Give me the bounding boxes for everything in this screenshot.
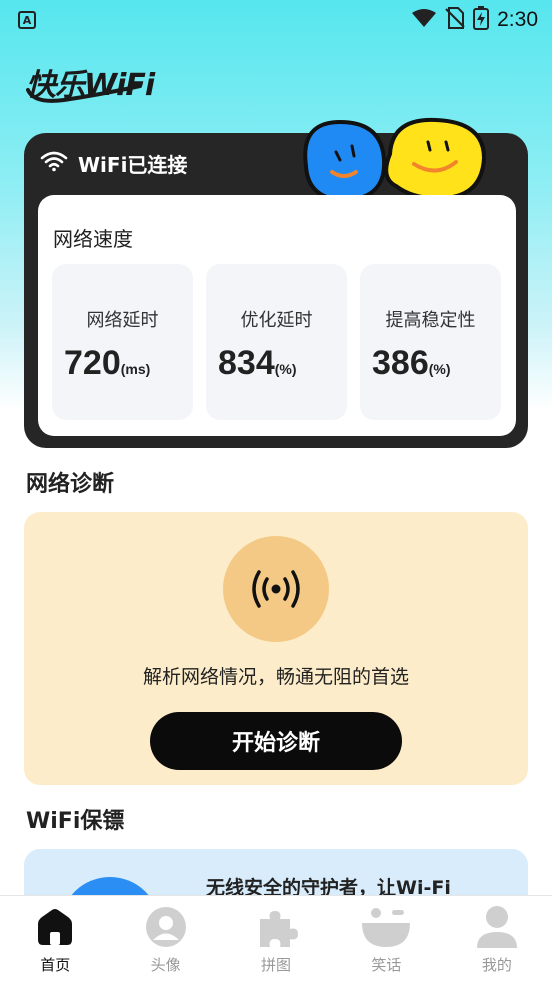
app-notification-icon: A xyxy=(18,11,36,29)
nav-item-avatar[interactable]: 头像 xyxy=(110,896,220,983)
nav-item-jokes[interactable]: 笑话 xyxy=(331,896,441,983)
nav-item-home[interactable]: 首页 xyxy=(0,896,110,983)
metric-unit: (%) xyxy=(274,361,297,377)
metric-number: 834 xyxy=(218,344,275,382)
metric-unit: (ms) xyxy=(120,361,151,377)
logo-swoosh-icon xyxy=(26,84,142,103)
home-icon xyxy=(34,904,76,950)
nav-label: 我的 xyxy=(481,956,512,974)
speed-panel: 网络速度 网络延时 720(ms) 优化延时 834(%) 提高稳定性 386(… xyxy=(38,195,516,436)
metric-latency: 网络延时 720(ms) xyxy=(52,264,193,420)
nav-label: 头像 xyxy=(150,956,181,974)
metric-label: 提高稳定性 xyxy=(385,310,476,331)
nav-label: 拼图 xyxy=(261,956,292,974)
nav-label: 笑话 xyxy=(371,956,402,974)
metric-optimize: 优化延时 834(%) xyxy=(206,264,347,420)
broadcast-icon xyxy=(223,536,329,642)
diagnosis-card: 解析网络情况，畅通无阻的首选 开始诊断 xyxy=(24,512,528,785)
wifi-signal-icon xyxy=(411,8,437,32)
speed-title: 网络速度 xyxy=(53,227,133,251)
status-clock: 2:30 xyxy=(497,8,538,31)
metric-stability: 提高稳定性 386(%) xyxy=(360,264,501,420)
metric-value: 720(ms) xyxy=(64,344,150,383)
metric-unit: (%) xyxy=(428,361,451,377)
nav-label: 首页 xyxy=(40,956,71,974)
wifi-icon xyxy=(40,150,68,177)
metric-number: 720 xyxy=(64,344,121,382)
bottom-nav: 首页 头像 拼图 笑话 我的 xyxy=(0,895,552,983)
start-diagnosis-button[interactable]: 开始诊断 xyxy=(150,712,402,770)
metric-label: 网络延时 xyxy=(86,310,159,331)
metric-value: 386(%) xyxy=(372,344,451,383)
connection-status-label: WiFi已连接 xyxy=(78,153,188,177)
nav-item-profile[interactable]: 我的 xyxy=(442,896,552,983)
mascots-illustration xyxy=(303,117,487,202)
no-sim-icon xyxy=(445,7,465,33)
connection-status: WiFi已连接 xyxy=(40,149,187,178)
battery-charging-icon xyxy=(473,6,490,34)
puzzle-icon xyxy=(254,904,299,950)
metric-number: 386 xyxy=(372,344,429,382)
nav-item-puzzle[interactable]: 拼图 xyxy=(221,896,331,983)
diagnosis-section-title: 网络诊断 xyxy=(26,472,115,497)
metric-label: 优化延时 xyxy=(240,310,313,331)
avatar-icon xyxy=(144,904,188,950)
metric-value: 834(%) xyxy=(218,344,297,383)
profile-icon xyxy=(475,904,519,950)
laugh-icon xyxy=(360,904,412,950)
status-bar: A 2:30 xyxy=(0,0,552,40)
guard-section-title: WiFi保镖 xyxy=(26,809,125,834)
diagnosis-description: 解析网络情况，畅通无阻的首选 xyxy=(142,666,409,688)
